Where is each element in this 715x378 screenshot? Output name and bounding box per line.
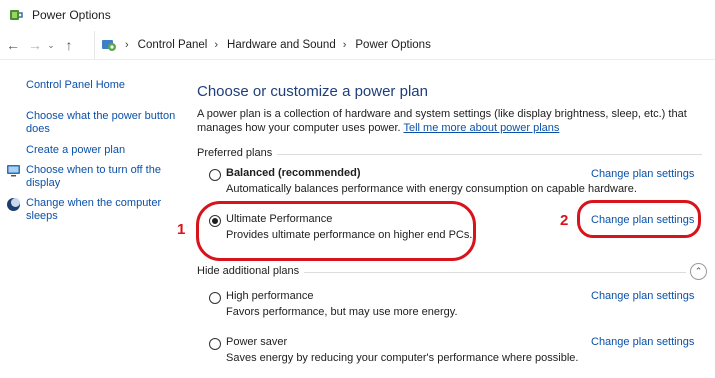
- sidebar-power-button-link[interactable]: Choose what the power button does: [26, 110, 176, 136]
- change-plan-settings-high[interactable]: Change plan settings: [591, 290, 694, 302]
- power-options-icon: [10, 10, 23, 20]
- breadcrumb-separator: ›: [214, 39, 219, 51]
- plan-high-performance-radio[interactable]: [209, 292, 221, 304]
- change-plan-settings-saver[interactable]: Change plan settings: [591, 336, 694, 348]
- recent-chevron-icon[interactable]: ⌄: [46, 36, 56, 54]
- breadcrumb-power-options[interactable]: Power Options: [355, 39, 430, 51]
- breadcrumb-separator: ›: [342, 39, 347, 51]
- control-panel-icon: [102, 40, 116, 51]
- back-arrow-icon[interactable]: ←: [4, 36, 22, 54]
- plan-power-saver-name[interactable]: Power saver: [226, 336, 287, 348]
- divider: [277, 154, 702, 155]
- navigation-bar: ← → ⌄ ↑ › Control Panel › Hardware and S…: [0, 31, 715, 59]
- sleep-moon-icon: [7, 198, 20, 211]
- plan-power-saver-desc: Saves energy by reducing your computer's…: [226, 352, 579, 364]
- plan-balanced-desc: Automatically balances performance with …: [226, 183, 637, 195]
- display-monitor-icon: [7, 165, 20, 177]
- plan-high-performance-name[interactable]: High performance: [226, 290, 313, 302]
- sidebar-turn-off-display-link[interactable]: Choose when to turn off the display: [26, 164, 171, 190]
- sidebar: Control Panel Home Choose what the power…: [0, 60, 180, 378]
- window-title: Power Options: [32, 8, 111, 22]
- divider: [304, 272, 686, 273]
- learn-more-link[interactable]: Tell me more about power plans: [403, 122, 559, 134]
- plan-high-performance-desc: Favors performance, but may use more ene…: [226, 306, 458, 318]
- collapse-chevron-icon[interactable]: ⌃: [690, 263, 707, 280]
- breadcrumb-hardware-and-sound[interactable]: Hardware and Sound: [227, 39, 336, 51]
- address-bar[interactable]: › Control Panel › Hardware and Sound › P…: [94, 31, 715, 59]
- annotation-ellipse-2: [577, 200, 701, 238]
- sidebar-create-plan-link[interactable]: Create a power plan: [26, 144, 125, 157]
- annotation-ellipse-1: [196, 201, 476, 261]
- up-arrow-icon[interactable]: ↑: [60, 36, 78, 54]
- intro-text: A power plan is a collection of hardware…: [197, 108, 697, 135]
- sidebar-control-panel-home[interactable]: Control Panel Home: [26, 79, 125, 92]
- page-title: Choose or customize a power plan: [197, 83, 428, 100]
- annotation-number-2: 2: [560, 212, 569, 229]
- preferred-plans-label: Preferred plans: [197, 147, 273, 159]
- plan-balanced-name[interactable]: Balanced (recommended): [226, 167, 360, 179]
- sidebar-computer-sleeps-link[interactable]: Change when the computer sleeps: [26, 197, 171, 223]
- hide-additional-plans-label: Hide additional plans: [197, 265, 300, 277]
- breadcrumb-separator: ›: [125, 39, 129, 51]
- breadcrumb-control-panel[interactable]: Control Panel: [138, 39, 208, 51]
- annotation-number-1: 1: [177, 221, 186, 238]
- forward-arrow-icon[interactable]: →: [26, 36, 44, 54]
- title-bar: Power Options: [0, 0, 715, 30]
- change-plan-settings-balanced[interactable]: Change plan settings: [591, 168, 694, 180]
- plan-power-saver-radio[interactable]: [209, 338, 221, 350]
- plan-balanced-radio[interactable]: [209, 169, 221, 181]
